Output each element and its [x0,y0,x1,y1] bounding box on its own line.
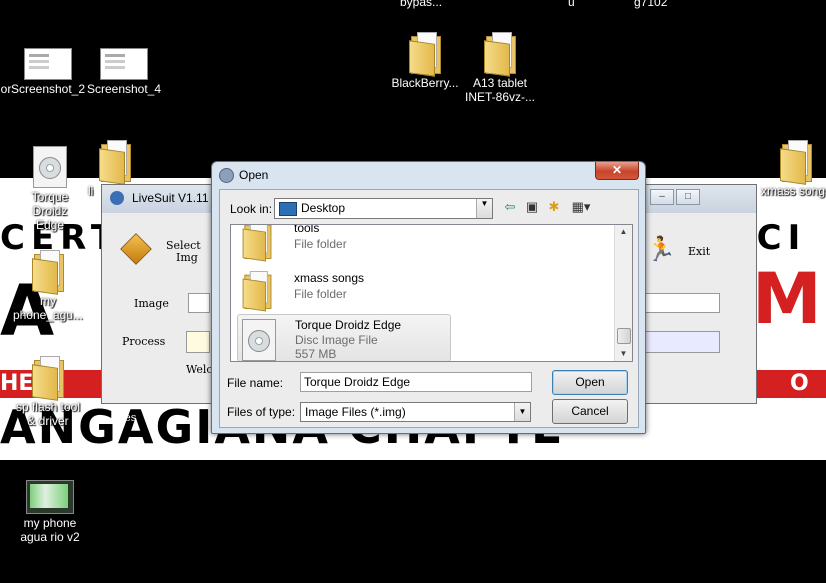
file-type: File folder [294,237,347,251]
scroll-down-arrow-icon[interactable]: ▼ [615,349,632,358]
desktop-icon-label: Screenshot_4 [86,82,162,96]
folder-icon [99,140,131,185]
folder-icon [32,250,64,295]
desktop-top-label[interactable]: g7102 [634,0,667,9]
maximize-button[interactable]: □ [676,189,700,205]
folder-icon [242,225,272,262]
open-button[interactable]: Open [552,370,628,395]
open-dialog-title: Open [239,168,269,182]
desktop-top-label[interactable]: bypas... [400,0,442,9]
look-in-value: Desktop [301,201,346,215]
exit-runner-icon[interactable]: 🏃 [646,237,676,263]
file-name-value: Torque Droidz Edge [304,375,411,389]
desktop-icon[interactable]: my phone agua rio v2 [10,480,90,544]
file-name: Torque Droidz Edge [295,318,402,332]
file-list[interactable]: tools File folder xmass songs File folde… [230,224,633,362]
desktop-icon[interactable]: my phone_agu... [8,250,88,322]
progress-bar [186,331,210,353]
file-name-input[interactable]: Torque Droidz Edge [300,372,532,392]
app-thumbnail-icon [26,480,74,514]
desktop-icon-label: Screenshot_2 [10,82,86,96]
yes-text: yes [118,411,137,424]
open-dialog[interactable]: Open ✕ Look in: Desktop ▼ ⇦ ▣ ✱ ▦▾ tools… [211,161,646,434]
livesuit-title: LiveSuit V1.11 [132,191,209,205]
process-label: Process [122,335,166,348]
folder-icon [780,140,812,185]
minimize-button[interactable]: – [650,189,674,205]
file-name: xmass songs [294,271,365,285]
progress-bar-right [642,331,720,353]
image-thumbnail-icon [24,48,72,80]
folder-icon [32,356,64,401]
new-folder-icon[interactable]: ✱ [545,198,563,216]
desktop-icon-label: Torque Droidz Edge [31,190,69,232]
desktop-icon [279,201,297,216]
disc-image-icon [33,146,67,188]
select-img-icon[interactable] [120,233,152,265]
file-name-label: File name: [227,376,284,390]
folder-icon [409,32,441,77]
welcome-text: Welc [186,363,213,376]
desktop-icon-label: my phone_agu... [12,294,84,322]
look-in-label: Look in: [230,202,273,216]
desktop-icon-label: BlackBerry... [391,76,459,90]
desktop-icon-label: my phone agua rio v2 [20,516,80,544]
desktop-icon[interactable]: BlackBerry... [385,32,465,90]
disc-image-icon [242,319,276,361]
up-folder-icon[interactable]: ▣ [523,198,541,216]
file-size: 557 MB [295,347,337,361]
livesuit-logo-icon [110,191,124,205]
desktop-icon-label: A13 tablet INET-86vz-... [464,76,535,104]
chevron-down-icon[interactable]: ▼ [476,199,492,218]
list-item[interactable]: xmass songs File folder [237,265,449,313]
desktop-icon[interactable]: Torque Droidz Edge [10,146,90,232]
dialog-app-icon [219,168,234,183]
file-name: tools [294,224,320,235]
desktop-icon[interactable]: xmass songs [756,140,826,198]
select-img-label-2[interactable]: Img [176,251,198,264]
file-type: File folder [294,287,347,301]
image-thumbnail-icon [100,48,148,80]
close-button[interactable]: ✕ [595,162,639,180]
files-of-type-dropdown[interactable]: Image Files (*.img) ▼ [300,402,531,422]
desktop-top-label[interactable]: u [568,0,575,9]
list-item[interactable]: tools File folder [237,224,449,263]
files-of-type-label: Files of type: [227,405,296,419]
scroll-up-arrow-icon[interactable]: ▲ [615,227,632,236]
image-path-field[interactable] [188,293,210,313]
folder-icon [484,32,516,77]
desktop-icon-label: xmass songs [760,184,826,198]
file-type: Disc Image File [295,333,378,347]
vertical-scrollbar[interactable]: ▲ ▼ [614,225,632,361]
image-label: Image [134,297,169,310]
desktop-icon[interactable]: Screenshot_4 [84,48,164,96]
list-item-selected[interactable]: Torque Droidz Edge Disc Image File 557 M… [237,314,451,361]
desktop-icon[interactable]: sp flash tool & driver [8,356,88,428]
wallpaper-text: O [790,371,809,396]
image-path-field-right[interactable] [642,293,720,313]
desktop-icon[interactable]: Screenshot_2 [8,48,88,96]
scrollbar-thumb[interactable] [617,328,631,344]
open-dialog-body: Look in: Desktop ▼ ⇦ ▣ ✱ ▦▾ tools File f… [219,189,639,428]
desktop-icon-label: sp flash tool & driver [15,400,81,428]
files-of-type-value: Image Files (*.img) [305,405,406,419]
desktop-icon[interactable]: A13 tablet INET-86vz-... [460,32,540,104]
chevron-down-icon[interactable]: ▼ [514,403,530,421]
look-in-dropdown[interactable]: Desktop ▼ [274,198,493,219]
view-menu-icon[interactable]: ▦▾ [568,198,594,216]
wallpaper-text: M [752,258,822,340]
cancel-button[interactable]: Cancel [552,399,628,424]
open-dialog-titlebar[interactable]: Open ✕ [212,162,645,186]
exit-label[interactable]: Exit [688,245,710,258]
folder-icon [242,271,272,312]
back-arrow-icon[interactable]: ⇦ [501,198,519,216]
